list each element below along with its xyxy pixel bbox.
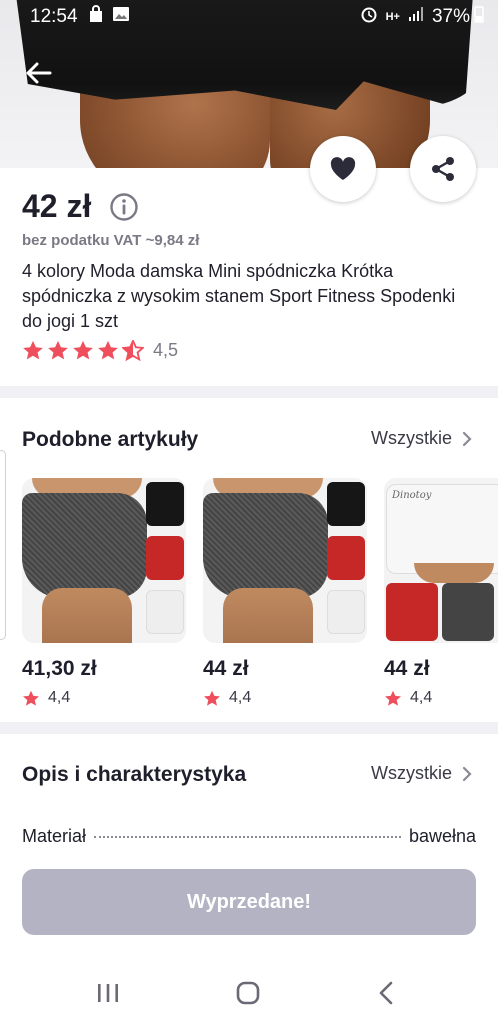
sold-out-button[interactable]: Wyprzedane! — [22, 869, 476, 935]
similar-item-rating-value: 4,4 — [48, 689, 71, 706]
home-icon — [236, 981, 260, 1005]
chevron-right-icon — [462, 766, 472, 781]
status-time: 12:54 — [30, 6, 78, 27]
battery-icon — [474, 5, 484, 29]
section-divider — [0, 722, 498, 734]
battery-level: 37% — [431, 6, 470, 27]
favorite-button[interactable] — [310, 136, 376, 202]
similar-see-all-link[interactable]: Wszystkie — [371, 428, 472, 449]
similar-item-rating: 4,4 — [203, 689, 367, 707]
brand-logo-text: Dinotoy — [392, 490, 432, 501]
star-icon — [98, 340, 118, 360]
similar-section-title: Podobne artykuły — [22, 428, 199, 451]
share-icon — [432, 157, 454, 181]
product-price: 42 zł — [22, 188, 92, 224]
star-icon — [48, 340, 68, 360]
nav-back-icon — [379, 981, 393, 1005]
product-title: 4 kolory Moda damska Mini spódniczka Kró… — [22, 261, 456, 331]
similar-item-price: 44 zł — [203, 657, 249, 680]
description-see-all-link[interactable]: Wszystkie — [371, 763, 472, 784]
heart-icon — [330, 157, 356, 180]
bag-icon — [88, 5, 104, 29]
see-all-label: Wszystkie — [371, 428, 452, 448]
description-section-title: Opis i charakterystyka — [22, 763, 247, 786]
chevron-right-icon — [462, 431, 472, 446]
similar-items-carousel[interactable]: 41,30 zł 4,4 44 zł 4,4 Dinotoy 44 zł 4,4 — [0, 478, 498, 718]
recent-apps-button[interactable] — [88, 978, 128, 1008]
similar-item-card[interactable]: 44 zł 4,4 — [203, 478, 367, 707]
share-button[interactable] — [410, 136, 476, 202]
vat-note: bez podatku VAT ~9,84 zł — [22, 232, 200, 249]
star-icon — [73, 340, 93, 360]
rating-value: 4,5 — [153, 340, 179, 360]
similar-item-image — [203, 478, 367, 643]
see-all-label: Wszystkie — [371, 763, 452, 783]
spec-row-material: Materiał bawełna — [22, 826, 476, 847]
spec-value: bawełna — [408, 826, 476, 846]
system-nav-bar — [0, 960, 498, 1024]
similar-item-price: 44 zł — [384, 657, 430, 680]
alarm-icon — [360, 5, 378, 29]
star-icon — [385, 690, 401, 706]
similar-item-card[interactable]: Dinotoy 44 zł 4,4 — [384, 478, 498, 707]
similar-item-card[interactable]: 41,30 zł 4,4 — [22, 478, 186, 707]
star-icon — [204, 690, 220, 706]
similar-item-rating: 4,4 — [384, 689, 498, 707]
status-bar: 12:54 H+ 37% — [0, 0, 498, 34]
network-type: H+ — [385, 11, 400, 23]
back-button[interactable] — [22, 56, 56, 90]
similar-item-rating-value: 4,4 — [229, 689, 252, 706]
spec-leader-dots — [94, 836, 401, 838]
price-row: 42 zł — [22, 188, 139, 225]
back-arrow-icon — [26, 62, 52, 84]
home-button[interactable] — [228, 978, 268, 1008]
gallery-icon — [112, 6, 130, 28]
similar-item-price: 41,30 zł — [22, 657, 97, 680]
similar-item-rating-value: 4,4 — [410, 689, 433, 706]
star-half-icon — [122, 340, 144, 361]
spec-label: Materiał — [22, 826, 87, 846]
recent-apps-icon — [98, 984, 118, 1002]
signal-icon — [408, 6, 424, 28]
section-divider — [0, 386, 498, 398]
nav-back-button[interactable] — [366, 978, 406, 1008]
similar-item-rating: 4,4 — [22, 689, 186, 707]
similar-item-image: Dinotoy — [384, 478, 498, 643]
star-icon — [23, 690, 39, 706]
similar-item-image — [22, 478, 186, 643]
info-icon[interactable] — [109, 192, 139, 222]
star-icon — [23, 340, 43, 360]
product-rating[interactable]: 4,5 — [22, 340, 178, 361]
